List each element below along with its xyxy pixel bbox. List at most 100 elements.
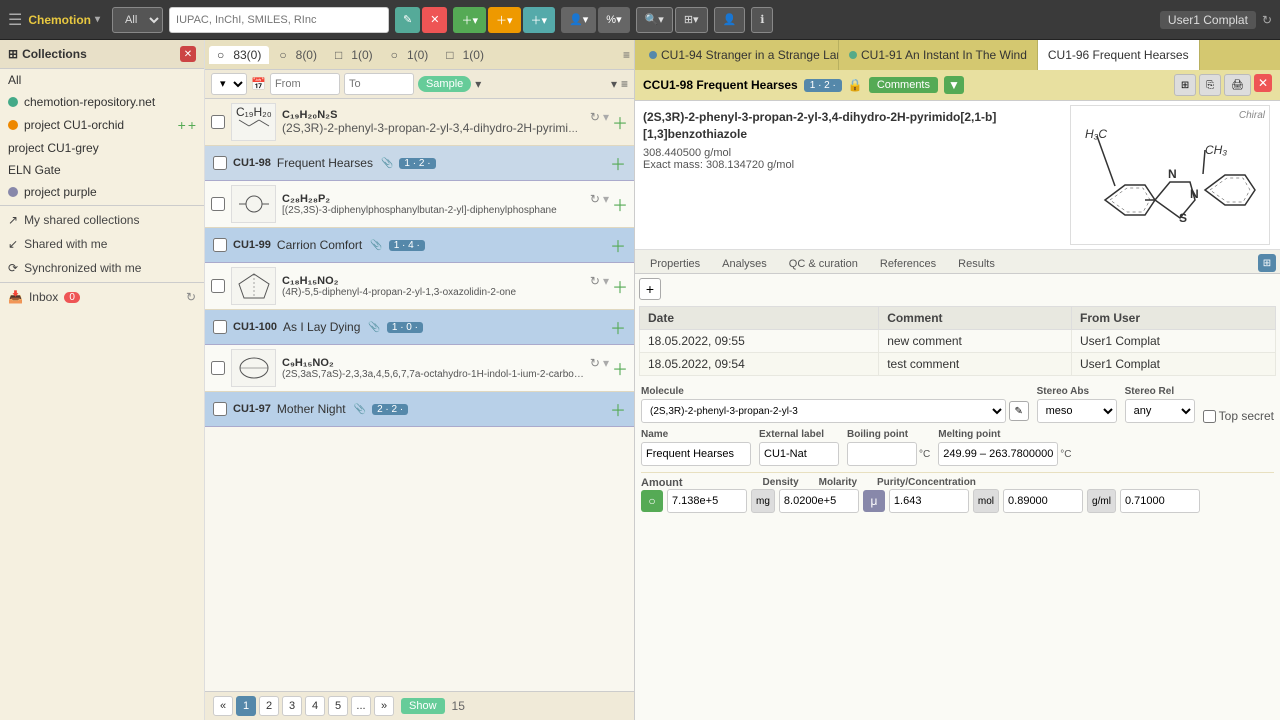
brand-dropdown-arrow[interactable]: ▾	[95, 14, 100, 25]
page-next-button[interactable]: »	[374, 696, 394, 716]
prop-tab-properties[interactable]: Properties	[639, 254, 711, 273]
sample-add-icon[interactable]: ＋	[612, 274, 628, 298]
group-add-button-cu1-99[interactable]: ＋	[610, 233, 626, 257]
group-checkbox-cu1-99[interactable]	[213, 238, 227, 252]
sample-checkbox[interactable]	[211, 279, 225, 293]
sample-checkbox[interactable]	[211, 197, 225, 211]
sidebar-item-my-shared[interactable]: ↗ My shared collections	[0, 208, 204, 232]
sidebar-item-cu1-orchid[interactable]: project CU1-orchid + +	[0, 113, 204, 137]
tab-wellplates[interactable]: □ 1(0)	[327, 46, 381, 64]
prop-tab-results[interactable]: Results	[947, 254, 1006, 273]
group-checkbox-cu1-97[interactable]	[213, 402, 227, 416]
group-header-cu1-98[interactable]: CU1-98 Frequent Hearses 📎 1 · 2 · ＋	[205, 146, 634, 181]
sample-refresh-icon[interactable]: ↻	[590, 192, 600, 216]
collections-close-button[interactable]: ✕	[180, 46, 196, 62]
melting-input[interactable]	[938, 442, 1058, 466]
sample-add-icon[interactable]: ＋	[612, 356, 628, 380]
page-1-button[interactable]: 1	[236, 696, 256, 716]
sample-checkbox[interactable]	[211, 361, 225, 375]
group-header-cu1-97[interactable]: CU1-97 Mother Night 📎 2 · 2 · ＋	[205, 392, 634, 427]
boiling-input[interactable]	[847, 442, 917, 466]
sample-collapse-icon[interactable]: ▾	[603, 356, 609, 380]
comments-dropdown-icon[interactable]: ▼	[944, 76, 964, 94]
group-add-button-cu1-100[interactable]: ＋	[610, 315, 626, 339]
add-sub-collection-button[interactable]: +	[178, 117, 186, 133]
amount-input-3[interactable]	[889, 489, 969, 513]
sidebar-item-synchronized[interactable]: ⟳ Synchronized with me	[0, 256, 204, 280]
comments-button[interactable]: Comments	[869, 77, 938, 93]
molecule-edit-button[interactable]: ✎	[1009, 401, 1029, 421]
group-checkbox-cu1-98[interactable]	[213, 156, 227, 170]
page-5-button[interactable]: 5	[328, 696, 348, 716]
sidebar-item-eln-gate[interactable]: ELN Gate	[0, 159, 204, 181]
detail-tab-cu1-96[interactable]: CU1-96 Frequent Hearses	[1038, 40, 1200, 70]
sidebar-item-purple[interactable]: project purple	[0, 181, 204, 203]
add-collection-item-button[interactable]: +	[188, 117, 196, 133]
density-input[interactable]	[1003, 489, 1083, 513]
collection-settings-icon[interactable]: ≡	[623, 48, 630, 62]
sample-refresh-icon[interactable]: ↻	[590, 274, 600, 298]
group-add-button-cu1-97[interactable]: ＋	[610, 397, 626, 421]
page-4-button[interactable]: 4	[305, 696, 325, 716]
amount-purple-button[interactable]: μ	[863, 490, 885, 512]
stereo-rel-select[interactable]: any	[1125, 399, 1195, 423]
tab-reactions[interactable]: ○ 8(0)	[271, 46, 325, 64]
sample-refresh-icon[interactable]: ↻	[590, 110, 600, 134]
clear-search-button[interactable]: ✕	[422, 7, 447, 33]
prop-tab-analyses[interactable]: Analyses	[711, 254, 778, 273]
search-mode-select[interactable]: All	[112, 7, 163, 33]
filter-dropdown[interactable]: ▾	[211, 73, 247, 95]
sample-checkbox[interactable]	[211, 115, 225, 129]
layout-button[interactable]: ⊞▾	[675, 7, 708, 33]
name-input[interactable]	[641, 442, 751, 466]
detail-tab-cu1-91[interactable]: CU1-91 An Instant In The Wind	[839, 40, 1038, 70]
show-button[interactable]: Show	[401, 698, 445, 714]
zoom-button[interactable]: 🔍▾	[636, 7, 673, 33]
ext-label-input[interactable]	[759, 442, 839, 466]
purity-input[interactable]	[1120, 489, 1200, 513]
detail-copy-button[interactable]: ⎘	[1199, 74, 1221, 96]
edit-search-button[interactable]: ✎	[395, 7, 420, 33]
user-badge[interactable]: User1 Complat	[1160, 11, 1256, 29]
top-secret-checkbox[interactable]	[1203, 410, 1216, 423]
page-2-button[interactable]: 2	[259, 696, 279, 716]
sample-add-icon[interactable]: ＋	[612, 192, 628, 216]
filter-icon[interactable]: ▾	[611, 77, 617, 91]
group-checkbox-cu1-100[interactable]	[213, 320, 227, 334]
group-header-cu1-99[interactable]: CU1-99 Carrion Comfort 📎 1 · 4 · ＋	[205, 228, 634, 263]
group-add-button-cu1-98[interactable]: ＋	[610, 151, 626, 175]
search-input[interactable]	[169, 7, 389, 33]
molecule-select[interactable]: (2S,3R)-2-phenyl-3-propan-2-yl-3	[641, 399, 1006, 423]
sample-add-icon[interactable]: ＋	[612, 110, 628, 134]
user-manage-button[interactable]: 👤▾	[561, 7, 596, 33]
tab-research[interactable]: □ 1(0)	[438, 46, 492, 64]
sidebar-item-shared-with-me[interactable]: ↙ Shared with me	[0, 232, 204, 256]
detail-tab-cu1-94[interactable]: CU1-94 Stranger in a Strange Land	[639, 40, 839, 70]
amount-input-1[interactable]	[667, 489, 747, 513]
amount-input-2[interactable]	[779, 489, 859, 513]
detail-close-button[interactable]: ✕	[1254, 74, 1272, 92]
page-ellipsis[interactable]: ...	[351, 696, 371, 716]
amount-green-button[interactable]: ○	[641, 490, 663, 512]
detail-print-button[interactable]: 🖨	[1224, 74, 1251, 96]
add-teal-button[interactable]: ＋▾	[523, 7, 556, 33]
profile-button[interactable]: 👤	[714, 7, 746, 33]
sidebar-item-all[interactable]: All	[0, 69, 204, 91]
info-button[interactable]: ℹ	[751, 7, 773, 33]
sample-collapse-icon[interactable]: ▾	[603, 110, 609, 134]
percent-button[interactable]: %▾	[598, 7, 629, 33]
page-prev-button[interactable]: «	[213, 696, 233, 716]
stereo-abs-select[interactable]: meso	[1037, 399, 1117, 423]
sidebar-item-inbox[interactable]: 📥 Inbox 0 ↻	[0, 285, 204, 309]
prop-extra-button[interactable]: ⊞	[1258, 254, 1276, 272]
tab-screens[interactable]: ○ 1(0)	[383, 46, 437, 64]
sample-collapse-icon[interactable]: ▾	[603, 192, 609, 216]
inbox-refresh-icon[interactable]: ↻	[186, 290, 196, 304]
page-3-button[interactable]: 3	[282, 696, 302, 716]
date-to-input[interactable]	[344, 73, 414, 95]
menu-icon[interactable]: ☰	[8, 10, 22, 30]
detail-grid-button[interactable]: ⊞	[1174, 74, 1196, 96]
sidebar-item-chemotion[interactable]: chemotion-repository.net	[0, 91, 204, 113]
sample-collapse-icon[interactable]: ▾	[603, 274, 609, 298]
sidebar-item-cu1-grey[interactable]: project CU1-grey	[0, 137, 204, 159]
